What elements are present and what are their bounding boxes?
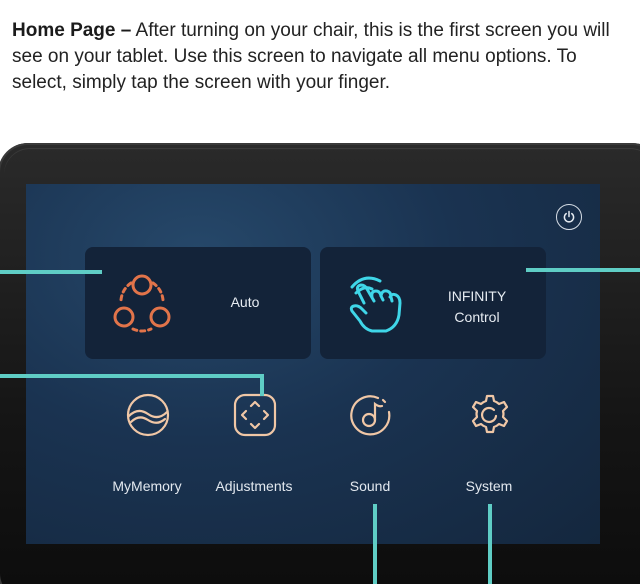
infinity-control-label: INFINITY Control — [426, 286, 528, 328]
system-label: System — [465, 478, 513, 494]
system-button[interactable]: System — [439, 392, 539, 494]
adjustments-icon — [233, 393, 277, 437]
callout-line-sound — [373, 504, 377, 584]
power-icon — [563, 210, 575, 223]
infinity-control-tile[interactable]: INFINITY Control — [320, 247, 546, 359]
auto-tile[interactable]: Auto — [85, 247, 311, 359]
callout-line-infinity — [526, 268, 640, 272]
tablet-screen: Auto INFINITY Control MyMemory Adjustmen… — [26, 184, 600, 544]
callout-line-adjustments-h — [0, 374, 264, 378]
adjustments-label: Adjustments — [215, 478, 293, 494]
mymemory-button[interactable]: MyMemory — [97, 392, 197, 494]
infinity-label-line2: Control — [454, 309, 500, 325]
manual-caption: Home Page – After turning on your chair,… — [12, 18, 624, 96]
sound-label: Sound — [349, 478, 391, 494]
callout-line-system — [488, 504, 492, 584]
callout-line-auto — [0, 270, 102, 274]
auto-program-icon — [113, 274, 171, 333]
infinity-label-line1: INFINITY — [447, 288, 507, 304]
sound-button[interactable]: Sound — [320, 392, 420, 494]
adjustments-button[interactable]: Adjustments — [204, 392, 304, 494]
music-note-icon — [350, 395, 391, 436]
power-button[interactable] — [556, 204, 582, 230]
caption-lead: Home Page – — [12, 20, 132, 41]
gear-icon — [471, 394, 509, 434]
callout-line-adjustments-v — [260, 374, 264, 396]
hand-pointer-icon — [349, 276, 402, 333]
memory-icon — [126, 393, 170, 437]
auto-label: Auto — [230, 294, 260, 310]
mymemory-label: MyMemory — [112, 478, 182, 494]
